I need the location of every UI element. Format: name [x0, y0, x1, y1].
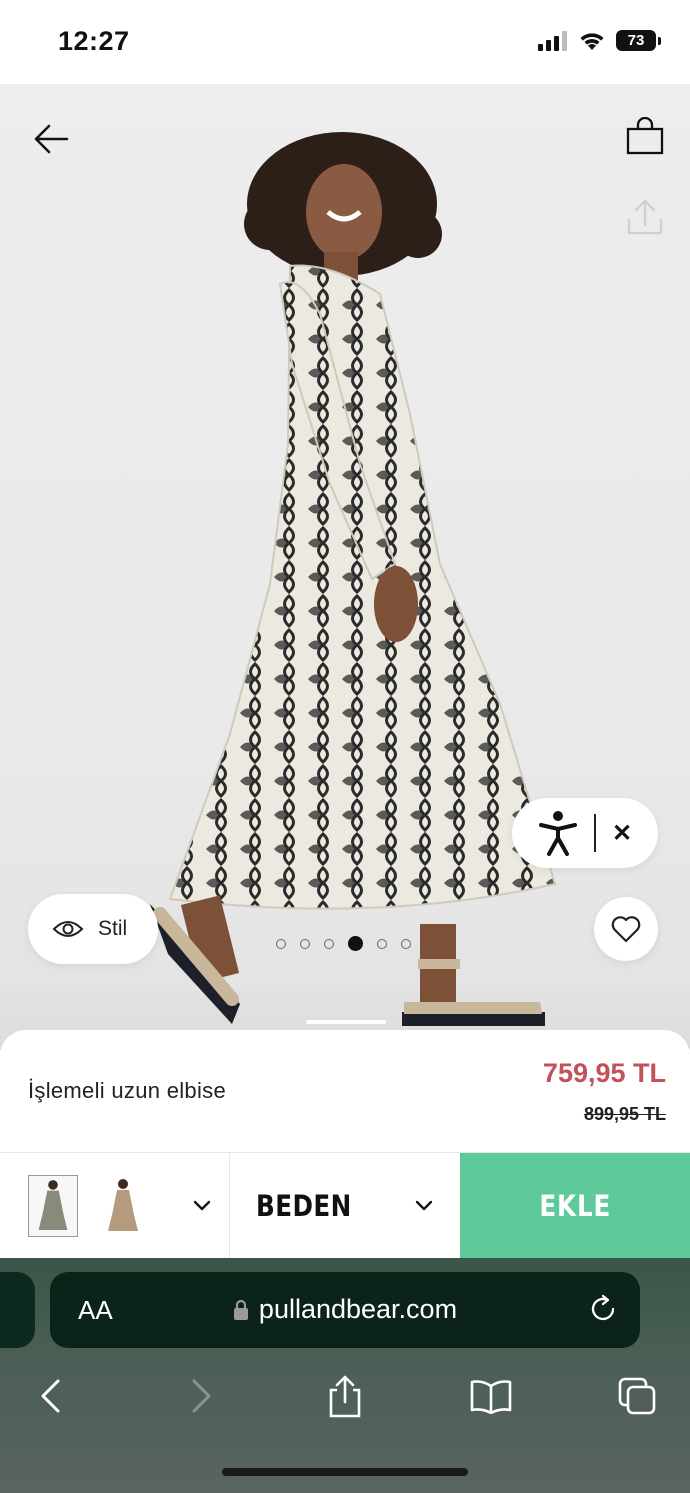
share-icon: [329, 1375, 361, 1418]
style-button[interactable]: Stil: [28, 894, 158, 964]
size-label: BEDEN: [256, 1189, 352, 1223]
add-to-cart-button[interactable]: EKLE: [460, 1153, 690, 1259]
browser-back-button[interactable]: [26, 1368, 76, 1424]
browser-share-button[interactable]: [320, 1368, 370, 1424]
gallery-dot[interactable]: [300, 938, 310, 949]
signal-icon: [538, 30, 567, 51]
style-label: Stil: [98, 917, 128, 940]
lock-icon: [233, 1299, 248, 1320]
color-thumbnail-selected[interactable]: [28, 1175, 78, 1237]
color-selector[interactable]: [0, 1153, 230, 1259]
browser-forward-button[interactable]: [176, 1368, 226, 1424]
chevron-down-icon[interactable]: [192, 1195, 212, 1215]
status-time: 12:27: [58, 26, 130, 56]
share-button[interactable]: [620, 192, 670, 242]
browser-chrome: AA pullandbear.com: [0, 1258, 690, 1493]
gallery-dot[interactable]: [377, 938, 387, 949]
gallery-dot[interactable]: [401, 938, 411, 949]
chevron-down-icon: [415, 1200, 433, 1211]
tabs-icon: [618, 1377, 656, 1415]
size-selector[interactable]: BEDEN: [230, 1153, 460, 1259]
sale-price: 759,95 TL: [542, 1058, 666, 1088]
chevron-right-icon: [192, 1379, 211, 1413]
arrow-left-icon: [34, 124, 69, 154]
home-indicator: [222, 1468, 468, 1476]
status-icons: 73: [538, 30, 661, 51]
gallery-dot[interactable]: [276, 938, 286, 949]
browser-toolbar: [0, 1368, 690, 1424]
add-to-cart-label: EKLE: [539, 1189, 611, 1223]
chevron-left-icon: [41, 1379, 60, 1413]
sheet-handle[interactable]: [306, 1020, 386, 1024]
product-info-sheet: İşlemeli uzun elbise 759,95 TL 899,95 TL…: [0, 1030, 690, 1260]
url-text: pullandbear.com: [258, 1294, 458, 1324]
gallery-pagination: [276, 936, 411, 951]
book-icon: [470, 1380, 512, 1414]
tabs-button[interactable]: [612, 1368, 662, 1424]
accessibility-icon[interactable]: [538, 810, 578, 856]
separator: [594, 814, 596, 852]
eye-icon: [52, 921, 84, 937]
status-bar: 12:27 73: [0, 0, 690, 84]
gallery-dot-active[interactable]: [348, 936, 363, 951]
back-button[interactable]: [26, 114, 76, 164]
wifi-icon: [580, 32, 604, 50]
share-icon: [627, 199, 663, 235]
previous-tab-peek[interactable]: [0, 1272, 35, 1348]
color-thumbnail[interactable]: [98, 1175, 148, 1237]
address-bar[interactable]: AA pullandbear.com: [50, 1272, 640, 1348]
favorite-button[interactable]: [594, 897, 658, 961]
close-icon[interactable]: ✕: [612, 819, 632, 848]
purchase-actions: BEDEN EKLE: [0, 1152, 690, 1259]
battery-indicator: 73: [616, 30, 661, 51]
accessibility-widget[interactable]: ✕: [512, 798, 658, 868]
url-display[interactable]: pullandbear.com: [50, 1294, 640, 1325]
shopping-bag-icon: [626, 117, 664, 155]
heart-icon: [611, 916, 641, 943]
gallery-dot[interactable]: [324, 938, 334, 949]
reload-icon[interactable]: [588, 1294, 618, 1324]
shopping-bag-button[interactable]: [620, 112, 670, 162]
product-image-gallery[interactable]: ✕ Stil: [0, 84, 690, 1050]
product-name: İşlemeli uzun elbise: [28, 1078, 226, 1103]
bookmarks-button[interactable]: [466, 1368, 516, 1424]
original-price: 899,95 TL: [583, 1104, 666, 1124]
